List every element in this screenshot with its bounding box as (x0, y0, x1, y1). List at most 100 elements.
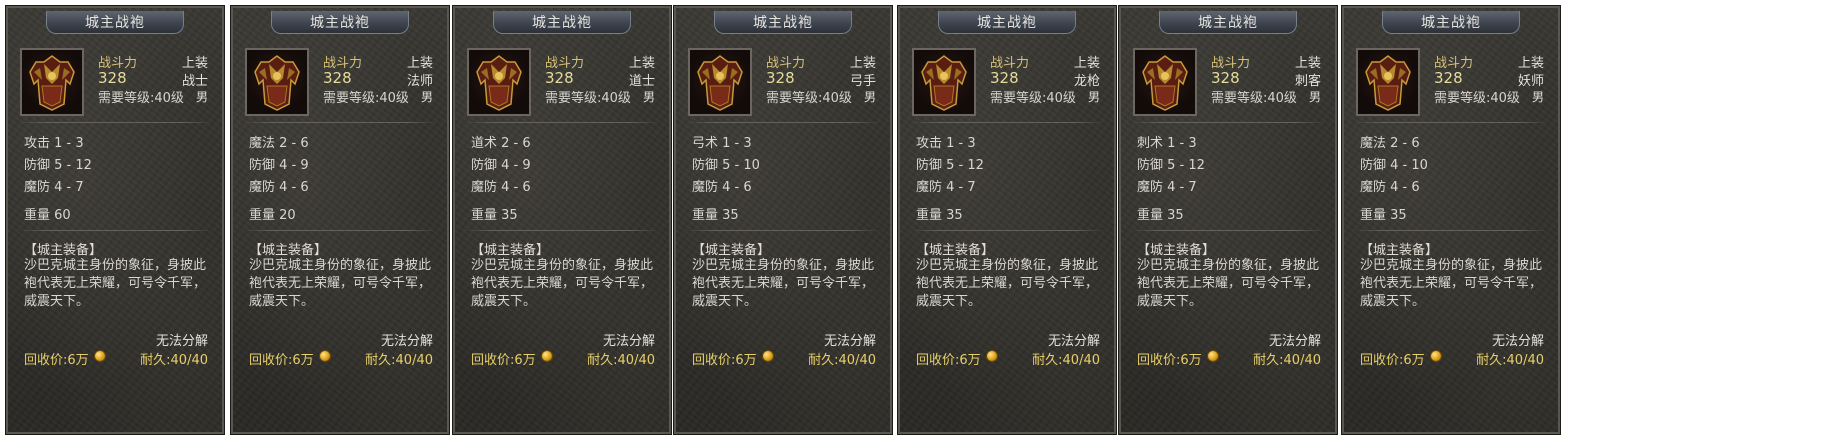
item-icon-slot[interactable] (688, 48, 752, 116)
item-title: 城主战袍 (752, 14, 813, 31)
attribute-defense: 防御 4 - 9 (471, 158, 531, 173)
class-requirement: 战士 (181, 74, 208, 89)
recycle-price: 回收价:6万 (249, 353, 314, 368)
attribute-primary: 魔法 2 - 6 (249, 136, 309, 151)
attribute-magic-defense: 魔防 4 - 7 (24, 180, 84, 195)
attribute-defense: 防御 4 - 9 (249, 158, 309, 173)
set-name: 【城主装备】 (249, 243, 328, 258)
item-icon-slot[interactable] (245, 48, 309, 116)
power-value: 328 (1434, 69, 1463, 87)
recycle-price: 回收价:6万 (471, 353, 536, 368)
attribute-defense: 防御 5 - 12 (916, 158, 984, 173)
tooltip-title-bar: 城主战袍 (243, 8, 437, 34)
title-plate: 城主战袍 (938, 10, 1076, 34)
title-plate: 城主战袍 (271, 10, 409, 34)
gold-coin-icon (1207, 350, 1219, 362)
tooltip-title-bar: 城主战袍 (465, 8, 659, 34)
gender-requirement: 男 (420, 90, 433, 104)
item-tooltip-sorcerer: 城主战袍 战斗力 328 需要等级:40级 上装 妖师 男 魔法 2 - 6 防… (1341, 5, 1561, 435)
item-icon-slot[interactable] (1356, 48, 1420, 116)
attribute-primary: 道术 2 - 6 (471, 136, 531, 151)
item-title: 城主战袍 (531, 14, 592, 31)
item-weight: 重量 35 (1360, 208, 1407, 223)
gold-coin-icon (986, 350, 998, 362)
item-icon-slot[interactable] (467, 48, 531, 116)
class-requirement: 弓手 (849, 74, 876, 89)
durability: 耐久:40/40 (1476, 353, 1544, 368)
title-plate: 城主战袍 (46, 10, 184, 34)
equip-slot: 上装 (1517, 56, 1544, 71)
set-name: 【城主装备】 (1137, 243, 1216, 258)
divider (910, 122, 1104, 123)
divider (243, 122, 437, 123)
item-title: 城主战袍 (1420, 14, 1481, 31)
item-icon-slot[interactable] (912, 48, 976, 116)
armor-robe-icon (1365, 55, 1411, 111)
no-dismantle-note: 无法分解 (602, 334, 655, 349)
durability: 耐久:40/40 (808, 353, 876, 368)
item-tooltip-lancer: 城主战袍 战斗力 328 需要等级:40级 上装 龙枪 男 攻击 1 - 3 防… (897, 5, 1117, 435)
armor-robe-icon (29, 55, 75, 111)
attribute-defense: 防御 5 - 12 (24, 158, 92, 173)
item-title: 城主战袍 (309, 14, 370, 31)
power-value: 328 (990, 69, 1019, 87)
equip-slot: 上装 (1294, 56, 1321, 71)
attribute-primary: 攻击 1 - 3 (916, 136, 976, 151)
armor-robe-icon (476, 55, 522, 111)
attribute-defense: 防御 4 - 10 (1360, 158, 1428, 173)
gender-requirement: 男 (1531, 90, 1544, 104)
set-name: 【城主装备】 (1360, 243, 1439, 258)
durability: 耐久:40/40 (365, 353, 433, 368)
divider (465, 122, 659, 123)
level-requirement: 需要等级:40级 (98, 91, 184, 106)
item-icon-slot[interactable] (1133, 48, 1197, 116)
gender-requirement: 男 (195, 90, 208, 104)
set-name: 【城主装备】 (471, 243, 550, 258)
item-description: 沙巴克城主身份的象征，身披此袍代表无上荣耀，可号令千军，威震天下。 (249, 258, 432, 309)
attribute-primary: 魔法 2 - 6 (1360, 136, 1420, 151)
item-tooltip-warrior: 城主战袍 战斗力 328 需要等级:40级 上装 战士 男 攻击 1 - 3 防… (5, 5, 225, 435)
equip-slot: 上装 (849, 56, 876, 71)
title-plate: 城主战袍 (714, 10, 852, 34)
durability: 耐久:40/40 (587, 353, 655, 368)
durability: 耐久:40/40 (1032, 353, 1100, 368)
recycle-price: 回收价:6万 (1137, 353, 1202, 368)
attribute-primary: 刺术 1 - 3 (1137, 136, 1197, 151)
item-tooltip-assassin: 城主战袍 战斗力 328 需要等级:40级 上装 刺客 男 刺术 1 - 3 防… (1118, 5, 1338, 435)
gender-requirement: 男 (863, 90, 876, 104)
item-tooltip-taoist: 城主战袍 战斗力 328 需要等级:40级 上装 道士 男 道术 2 - 6 防… (452, 5, 672, 435)
level-requirement: 需要等级:40级 (990, 91, 1076, 106)
level-requirement: 需要等级:40级 (1434, 91, 1520, 106)
attribute-magic-defense: 魔防 4 - 6 (1360, 180, 1420, 195)
power-value: 328 (323, 69, 352, 87)
no-dismantle-note: 无法分解 (155, 334, 208, 349)
attribute-magic-defense: 魔防 4 - 6 (471, 180, 531, 195)
item-description: 沙巴克城主身份的象征，身披此袍代表无上荣耀，可号令千军，威震天下。 (1137, 258, 1320, 309)
divider (465, 230, 659, 231)
recycle-price: 回收价:6万 (916, 353, 981, 368)
gold-coin-icon (762, 350, 774, 362)
item-tooltip-archer: 城主战袍 战斗力 328 需要等级:40级 上装 弓手 男 弓术 1 - 3 防… (673, 5, 893, 435)
attribute-defense: 防御 5 - 10 (692, 158, 760, 173)
no-dismantle-note: 无法分解 (823, 334, 876, 349)
attribute-defense: 防御 5 - 12 (1137, 158, 1205, 173)
no-dismantle-note: 无法分解 (380, 334, 433, 349)
item-weight: 重量 35 (471, 208, 518, 223)
gold-coin-icon (1430, 350, 1442, 362)
attribute-magic-defense: 魔防 4 - 6 (249, 180, 309, 195)
item-icon-slot[interactable] (20, 48, 84, 116)
divider (686, 122, 880, 123)
item-title: 城主战袍 (84, 14, 145, 31)
level-requirement: 需要等级:40级 (766, 91, 852, 106)
divider (910, 230, 1104, 231)
divider (1354, 230, 1548, 231)
power-value: 328 (545, 69, 574, 87)
gender-requirement: 男 (1308, 90, 1321, 104)
item-description: 沙巴克城主身份的象征，身披此袍代表无上荣耀，可号令千军，威震天下。 (24, 258, 207, 309)
item-description: 沙巴克城主身份的象征，身披此袍代表无上荣耀，可号令千军，威震天下。 (1360, 258, 1543, 309)
class-requirement: 龙枪 (1073, 74, 1100, 89)
divider (1131, 122, 1325, 123)
divider (1354, 122, 1548, 123)
power-value: 328 (1211, 69, 1240, 87)
class-requirement: 法师 (406, 74, 433, 89)
